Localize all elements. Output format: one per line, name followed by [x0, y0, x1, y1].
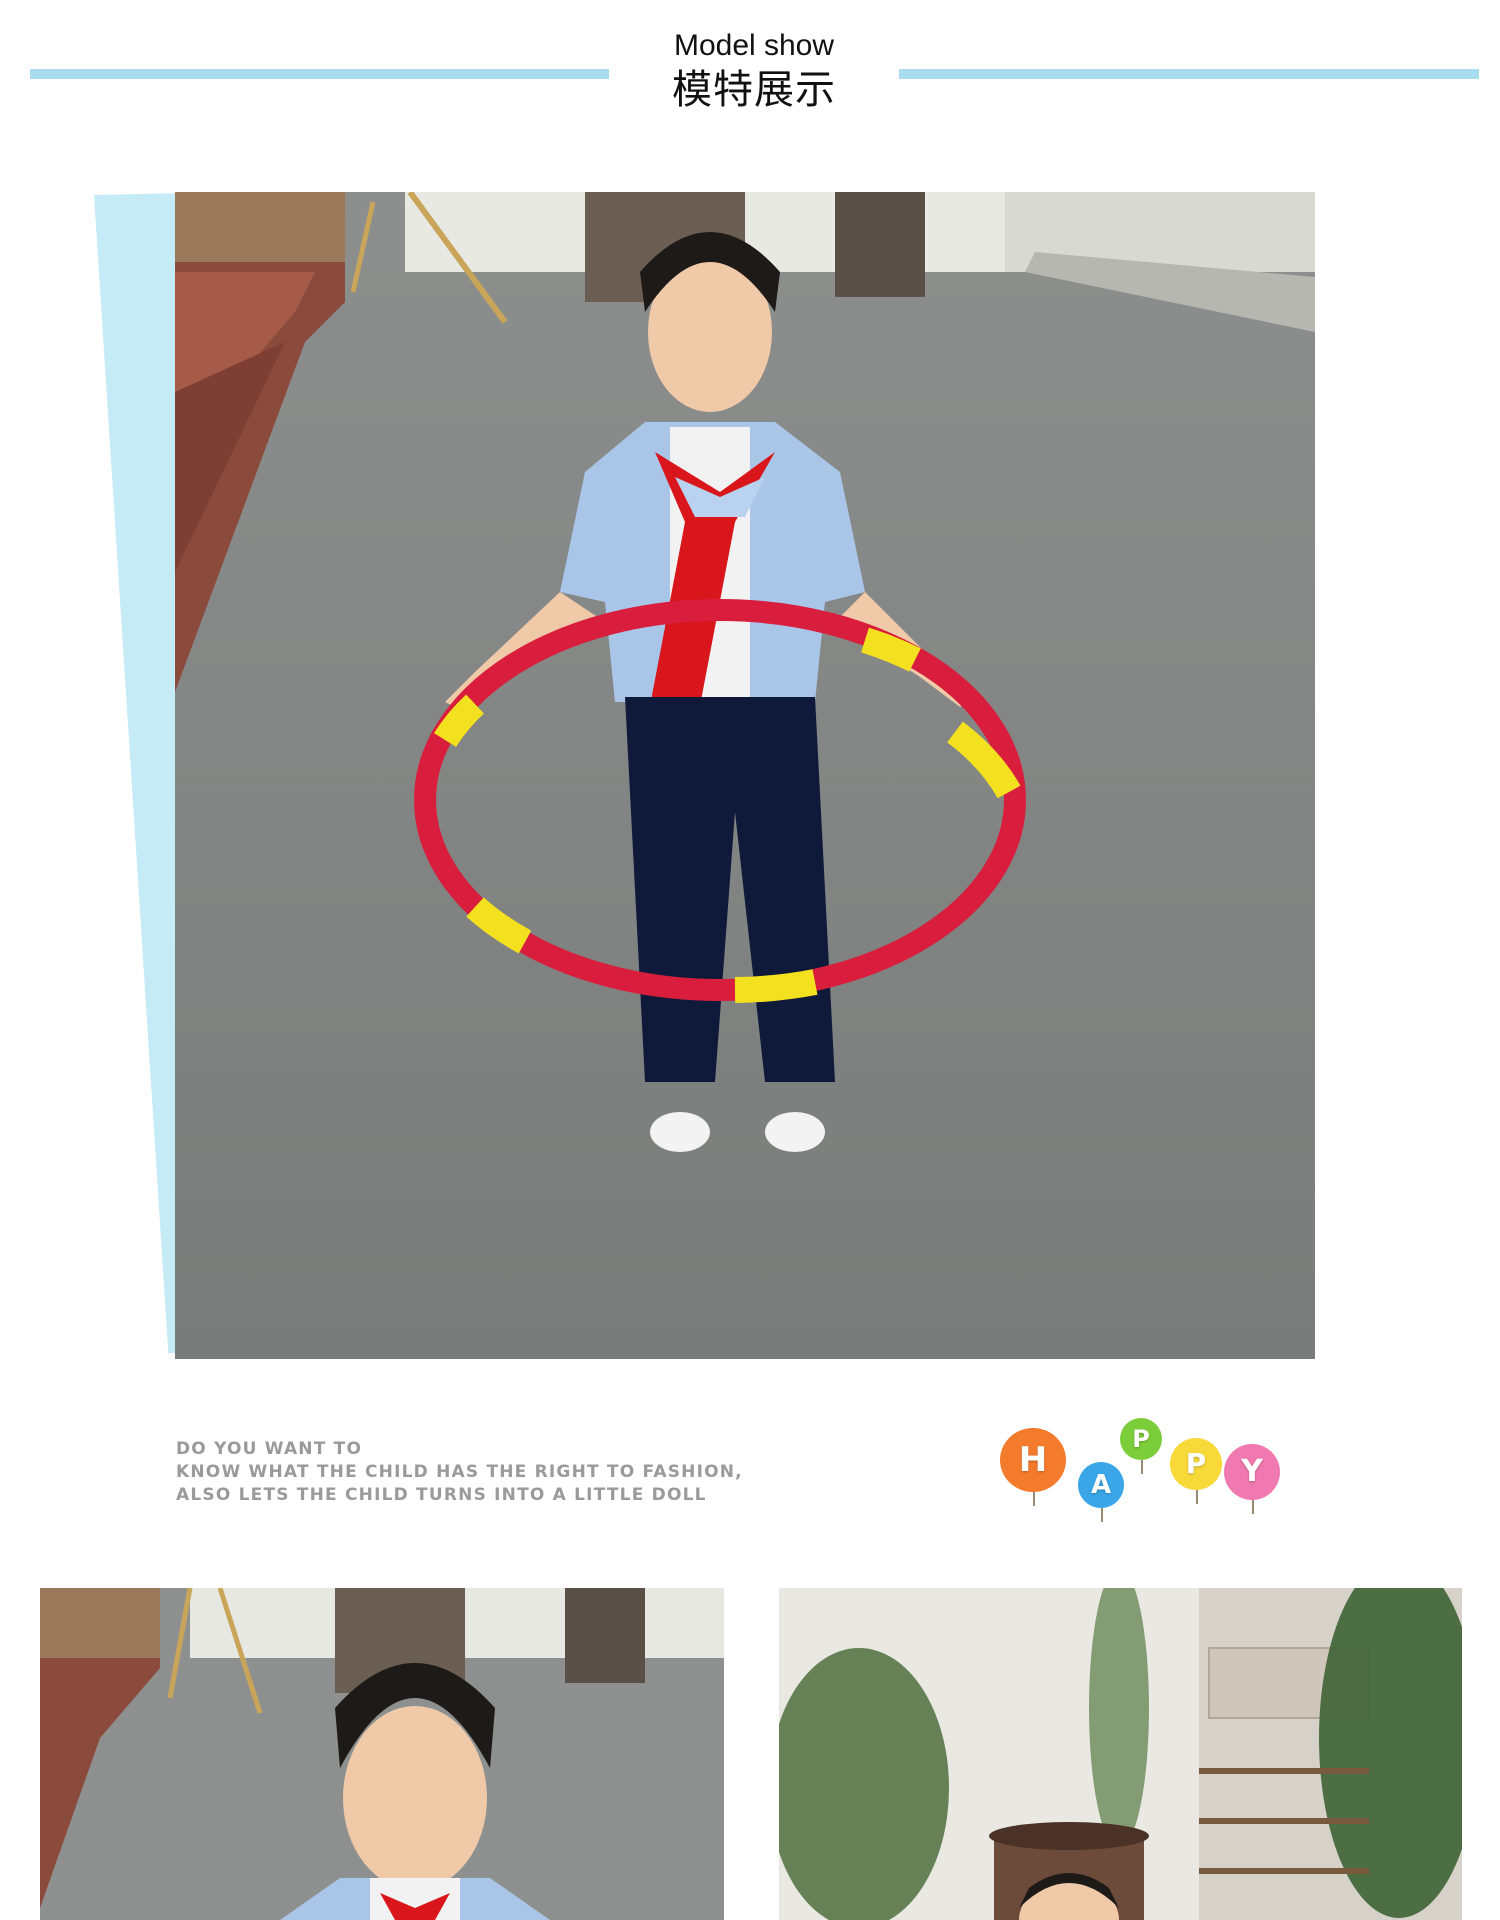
model-photo-closeup: [40, 1588, 724, 1920]
balloon-a: A: [1078, 1462, 1124, 1522]
balloon-h: H: [1000, 1428, 1066, 1506]
section-title-en: Model show: [673, 29, 835, 62]
balloon-y: Y: [1224, 1444, 1280, 1514]
happy-balloons-badge: H A P P Y: [994, 1418, 1294, 1528]
model-photo-garden: [779, 1588, 1462, 1920]
balloon-p2: P: [1170, 1438, 1222, 1504]
tagline-line: KNOW WHAT THE CHILD HAS THE RIGHT TO FAS…: [176, 1462, 743, 1482]
photo-backdrop-accent: [94, 193, 184, 1353]
section-title-zh: 模特展示: [672, 67, 836, 113]
header-divider-right: [899, 69, 1479, 79]
section-title: Model show 模特展示: [609, 26, 899, 114]
header-divider-left: [30, 69, 609, 79]
tagline-line: ALSO LETS THE CHILD TURNS INTO A LITTLE …: [176, 1485, 707, 1505]
balloon-p1: P: [1120, 1418, 1162, 1474]
model-photo-main: [175, 192, 1315, 1359]
tagline-line: DO YOU WANT TO: [176, 1439, 363, 1459]
tagline-text: DO YOU WANT TO KNOW WHAT THE CHILD HAS T…: [176, 1438, 816, 1507]
